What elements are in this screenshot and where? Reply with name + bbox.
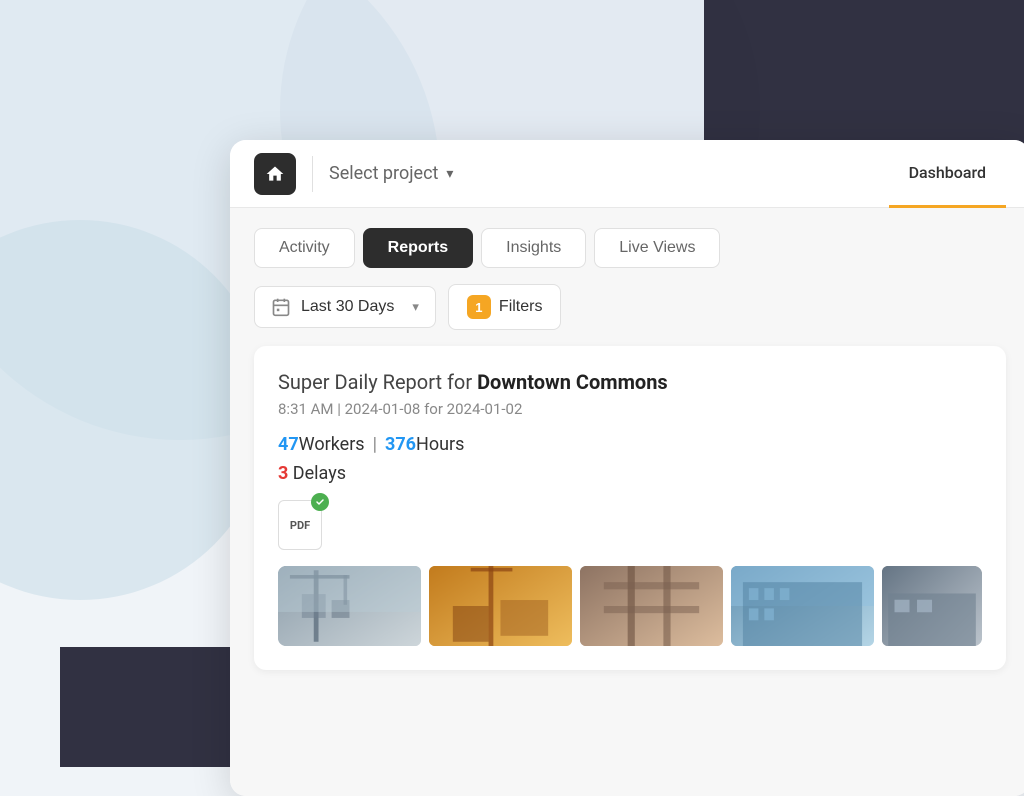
tabs-section: Activity Reports Insights Live Views: [230, 208, 1024, 268]
report-card: Super Daily Report for Downtown Commons …: [254, 346, 1006, 670]
tab-insights[interactable]: Insights: [481, 228, 586, 268]
pdf-check-icon: [311, 493, 329, 511]
tab-reports[interactable]: Reports: [363, 228, 473, 268]
photo-row: [278, 566, 982, 646]
card-header: Select project ▾ Dashboard: [230, 140, 1024, 208]
photo-thumb-5[interactable]: [882, 566, 982, 646]
stat-divider: |: [373, 434, 377, 455]
select-project-label: Select project: [329, 163, 438, 184]
header-right: Dashboard: [889, 140, 1006, 208]
photo-thumb-1[interactable]: [278, 566, 421, 646]
photo-thumb-2[interactable]: [429, 566, 572, 646]
date-range-chevron: ▾: [412, 299, 419, 315]
select-project-chevron: ▾: [446, 166, 453, 182]
photo-thumb-3[interactable]: [580, 566, 723, 646]
date-range-label: Last 30 Days: [301, 298, 394, 316]
filters-button[interactable]: 1 Filters: [448, 284, 562, 330]
report-title-prefix: Super Daily Report for: [278, 370, 477, 394]
content-area: Super Daily Report for Downtown Commons …: [230, 346, 1024, 796]
calendar-icon: [271, 297, 291, 317]
main-card: Select project ▾ Dashboard Activity Repo…: [230, 140, 1024, 796]
hours-count: 376: [385, 434, 416, 455]
dashboard-tab[interactable]: Dashboard: [889, 140, 1006, 208]
tabs-row: Activity Reports Insights Live Views: [254, 228, 1006, 268]
pdf-label: PDF: [290, 519, 310, 532]
select-project-button[interactable]: Select project ▾: [329, 163, 889, 184]
header-divider: [312, 156, 313, 192]
report-title: Super Daily Report for Downtown Commons: [278, 370, 982, 394]
photo-thumb-4[interactable]: [731, 566, 874, 646]
report-meta: 8:31 AM | 2024-01-08 for 2024-01-02: [278, 400, 982, 418]
workers-count: 47: [278, 434, 299, 455]
hours-label: Hours: [416, 434, 464, 455]
delays-label: Delays: [293, 463, 346, 484]
filters-row: Last 30 Days ▾ 1 Filters: [230, 268, 1024, 346]
home-icon: [265, 164, 285, 184]
report-delays: 3 Delays: [278, 463, 982, 484]
filter-count-badge: 1: [467, 295, 491, 319]
workers-label: Workers: [299, 434, 365, 455]
report-title-location: Downtown Commons: [477, 370, 668, 394]
tab-activity[interactable]: Activity: [254, 228, 355, 268]
pdf-attachment[interactable]: PDF: [278, 500, 322, 550]
tab-live-views[interactable]: Live Views: [594, 228, 720, 268]
home-button[interactable]: [254, 153, 296, 195]
report-stats: 47 Workers | 376 Hours: [278, 434, 982, 455]
filters-label: Filters: [499, 298, 543, 316]
date-range-picker[interactable]: Last 30 Days ▾: [254, 286, 436, 328]
delays-count: 3: [278, 463, 288, 484]
